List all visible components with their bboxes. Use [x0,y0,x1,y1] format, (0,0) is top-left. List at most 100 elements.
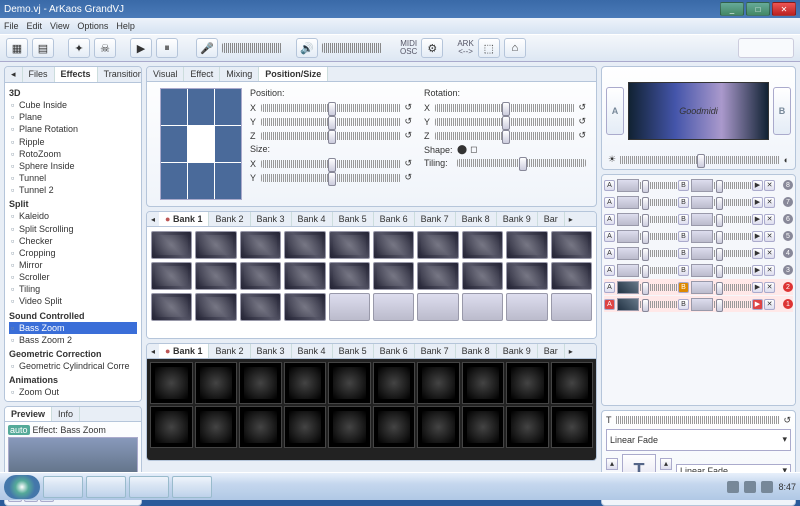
bank-next[interactable]: ▸ [565,213,577,226]
layer-b-button[interactable]: B [678,214,689,225]
layer-a-button[interactable]: A [604,265,615,276]
rot-y-slider[interactable] [435,118,575,126]
layer-thumb-b[interactable] [691,298,713,311]
clip-slot[interactable] [417,293,458,321]
layer-b-button[interactable]: B [678,197,689,208]
volume-slider[interactable] [322,43,382,53]
bank2-tab-1[interactable]: ● Bank 1 [159,344,209,358]
trans-up-button[interactable]: ▴ [606,458,618,470]
layer-b-button[interactable]: B [678,231,689,242]
transition-slider[interactable] [616,416,780,424]
shape-circle-icon[interactable]: ⬤ [457,144,467,155]
clip-slot[interactable] [284,262,325,290]
layer-a-button[interactable]: A [604,231,615,242]
clip-slot[interactable] [150,362,193,404]
tab-position-size[interactable]: Position/Size [259,67,328,81]
layer-thumb-a[interactable] [617,230,639,243]
play-button[interactable]: ▶ [130,38,152,58]
layout-button-1[interactable]: ▦ [6,38,28,58]
bank2-tab-4[interactable]: Bank 4 [292,344,333,358]
clip-slot[interactable] [506,362,549,404]
clip-slot[interactable] [328,362,371,404]
output-b-button[interactable]: B [773,87,791,135]
layer-a-button[interactable]: A [604,299,615,310]
tree-item[interactable]: Zoom Out [9,386,137,398]
clip-slot[interactable] [462,293,503,321]
layer-thumb-b[interactable] [691,179,713,192]
pos-x-slider[interactable] [261,104,401,112]
size-y-slider[interactable] [261,174,401,182]
clip-slot[interactable] [284,293,325,321]
clip-slot[interactable] [328,406,371,448]
clip-slot[interactable] [150,406,193,448]
bank2-tab-8[interactable]: Bank 8 [456,344,497,358]
tree-item[interactable]: Checker [9,235,137,247]
taskbar-app-3[interactable] [129,476,169,498]
layer-slider-a[interactable] [640,301,677,308]
tree-item[interactable]: Kaleido [9,210,137,222]
bank2-prev[interactable]: ◂ [147,345,159,358]
bank-tab-7[interactable]: Bank 7 [415,212,456,226]
menu-view[interactable]: View [50,21,69,31]
shape-square-icon[interactable]: ◻ [470,144,477,155]
bank-tab-4[interactable]: Bank 4 [292,212,333,226]
layout-button-2[interactable]: ▤ [32,38,54,58]
layer-slider-a[interactable] [640,216,677,223]
mic-level-slider[interactable] [222,43,282,53]
bank-tab-5[interactable]: Bank 5 [333,212,374,226]
layer-row[interactable]: A B ▶✕ 8 [604,177,793,193]
bank-tab-bar[interactable]: Bar [538,212,565,226]
tree-item[interactable]: Bass Zoom [9,322,137,334]
bank2-tab-9[interactable]: Bank 9 [497,344,538,358]
bank-tab-6[interactable]: Bank 6 [374,212,415,226]
layer-slider-b[interactable] [714,250,751,257]
layer-b-button[interactable]: B [678,248,689,259]
menu-file[interactable]: File [4,21,19,31]
ark-button[interactable]: ⬚ [478,38,500,58]
clip-slot[interactable] [284,362,327,404]
clip-slot[interactable] [195,362,238,404]
clip-slot[interactable] [151,231,192,259]
bank2-tab-5[interactable]: Bank 5 [333,344,374,358]
tree-item[interactable]: Tunnel 2 [9,184,137,196]
layer-play-button[interactable]: ▶ [752,197,763,208]
tab-files[interactable]: Files [23,67,55,82]
tree-item[interactable]: Ripple [9,136,137,148]
layer-thumb-a[interactable] [617,179,639,192]
tab-visual[interactable]: Visual [147,67,184,81]
layer-stop-button[interactable]: ✕ [764,282,775,293]
tab-transitions[interactable]: Transitions [98,67,142,82]
layer-thumb-b[interactable] [691,247,713,260]
layer-stop-button[interactable]: ✕ [764,197,775,208]
bank-prev[interactable]: ◂ [147,213,159,226]
clip-slot[interactable] [195,406,238,448]
clip-slot[interactable] [151,262,192,290]
bank-tab-9[interactable]: Bank 9 [497,212,538,226]
taskbar-app-1[interactable] [43,476,83,498]
clip-slot[interactable] [417,406,460,448]
tree-item[interactable]: Bass Zoom 2 [9,334,137,346]
clip-slot[interactable] [239,362,282,404]
bank-tab-1[interactable]: ● Bank 1 [159,212,209,226]
layer-b-button[interactable]: B [678,180,689,191]
layer-thumb-b[interactable] [691,213,713,226]
start-button[interactable] [4,475,40,499]
layer-row[interactable]: A B ▶✕ 4 [604,245,793,261]
speaker-icon[interactable]: 🔊 [296,38,318,58]
clip-slot[interactable] [239,406,282,448]
tab-effects[interactable]: Effects [55,67,98,82]
bank-tab-8[interactable]: Bank 8 [456,212,497,226]
clip-slot[interactable] [551,293,592,321]
layer-stop-button[interactable]: ✕ [764,214,775,225]
tab-info[interactable]: Info [52,407,80,421]
tree-item[interactable]: Cropping [9,247,137,259]
menu-help[interactable]: Help [116,21,135,31]
layer-b-button[interactable]: B [678,265,689,276]
tree-item[interactable]: Mirror [9,259,137,271]
clip-slot[interactable] [329,262,370,290]
clip-slot[interactable] [240,231,281,259]
tree-item[interactable]: Plane [9,111,137,123]
clip-slot[interactable] [506,293,547,321]
tree-item[interactable]: Split Scrolling [9,223,137,235]
rot-x-slider[interactable] [435,104,575,112]
